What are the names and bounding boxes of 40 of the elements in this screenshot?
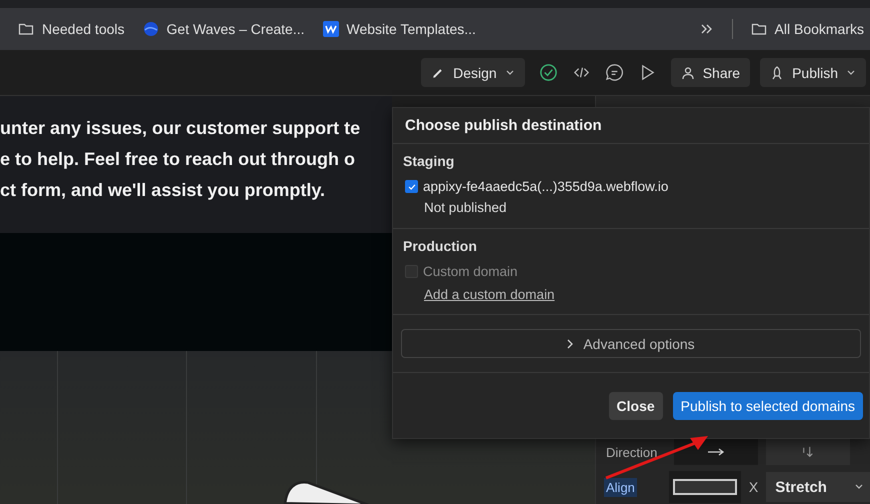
publish-status: Not published [424, 200, 508, 215]
caret-icon [854, 484, 864, 490]
person-icon [680, 66, 695, 80]
section-heading: Staging [403, 153, 456, 169]
bookmark[interactable]: Needed tools [18, 21, 125, 37]
folder-icon [750, 21, 767, 37]
domain-checkbox[interactable] [405, 180, 418, 193]
domain-label: appixy-fe4aaedc5a(...)355d9a.webflow.io [423, 179, 668, 194]
paragraph-line: e to help. Feel free to reach out through o [0, 148, 356, 171]
share-button[interactable]: Share [670, 58, 750, 87]
align-preview-button[interactable] [668, 471, 741, 503]
direction-label: Direction [605, 444, 658, 462]
close-button[interactable]: Close [608, 392, 663, 420]
bookmark[interactable]: Website Templates... [322, 21, 476, 37]
chevron-right-icon [567, 338, 574, 348]
design-mode-button[interactable]: Design [421, 58, 525, 87]
domain-label: Custom domain [423, 264, 518, 279]
comment-icon[interactable] [604, 63, 624, 82]
caret-icon [504, 70, 515, 76]
align-label: Align [604, 478, 637, 496]
globe-icon [142, 21, 159, 37]
popover-title: Choose publish destination [393, 108, 869, 144]
check-circle-icon[interactable] [538, 63, 558, 82]
horizontal-direction-button[interactable] [674, 439, 758, 465]
advanced-options-button[interactable]: Advanced options [401, 329, 861, 358]
rocket-icon [770, 66, 784, 80]
right-arrow-icon [706, 446, 726, 458]
folder-icon [18, 21, 34, 37]
paragraph-line: ct form, and we'll assist you promptly. [0, 179, 326, 202]
publish-selected-button[interactable]: Publish to selected domains [672, 392, 863, 420]
align-select[interactable]: Stretch [766, 472, 870, 502]
section-heading: Production [403, 238, 478, 254]
bookmark[interactable]: Get Waves – Create... [142, 21, 304, 37]
all-bookmarks[interactable]: All Bookmarks [750, 21, 864, 37]
w-logo-icon [322, 21, 338, 37]
paragraph-line: unter any issues, our customer support te [0, 117, 362, 140]
more-chevrons-icon[interactable] [700, 23, 714, 35]
publish-button[interactable]: Publish [760, 58, 866, 87]
caret-icon [846, 70, 856, 76]
x-label: X [748, 479, 758, 495]
